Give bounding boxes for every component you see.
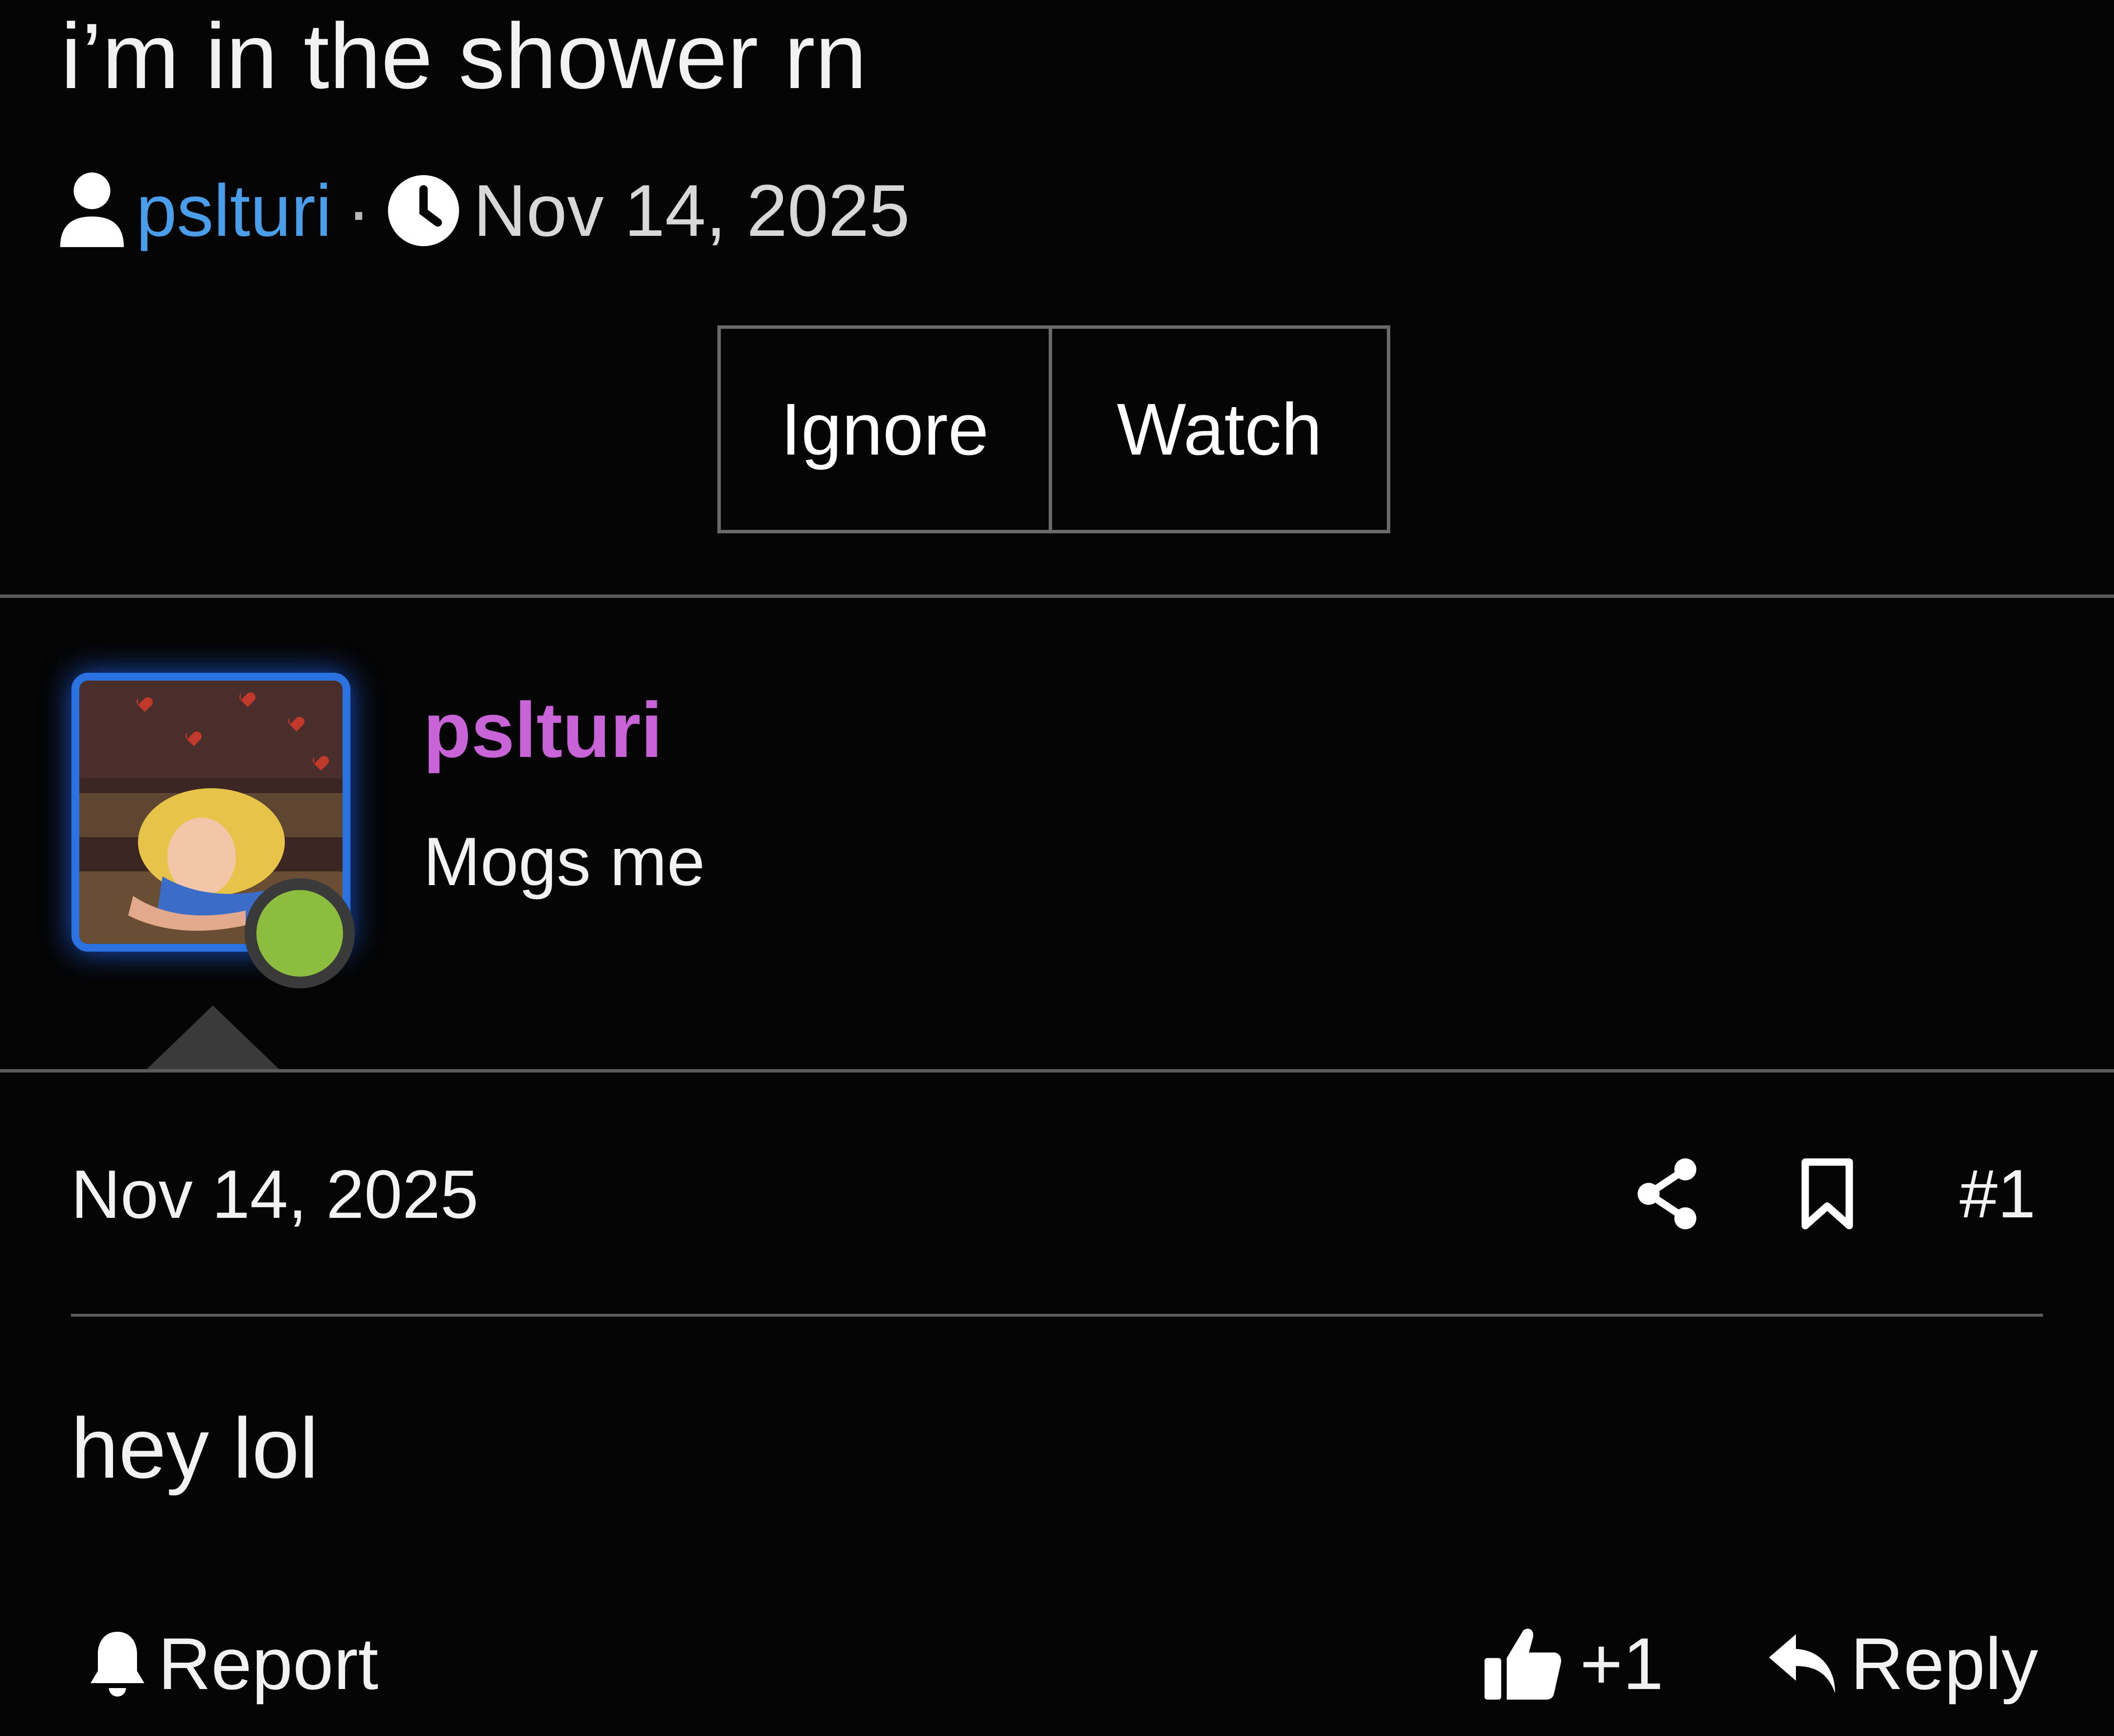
divider [0, 594, 2114, 598]
reply-button[interactable]: Reply [1767, 1622, 2039, 1706]
reply-label: Reply [1850, 1622, 2039, 1705]
post-body: hey lol [71, 1401, 319, 1496]
watch-button[interactable]: Watch [1052, 325, 1390, 533]
user-title: Mogs me [423, 823, 705, 900]
post-date[interactable]: Nov 14, 2025 [71, 1155, 479, 1234]
thread-meta: pslturi · Nov 14, 2025 [58, 164, 910, 257]
post-actions-right: +1 Reply [1482, 1622, 2038, 1706]
thread-title: i’m in the shower rn [61, 4, 867, 108]
thread-author-link[interactable]: pslturi [136, 168, 332, 253]
post-tools: #1 [1636, 1145, 2036, 1243]
ignore-button[interactable]: Ignore [717, 325, 1052, 533]
bell-icon [86, 1627, 149, 1700]
report-button[interactable]: Report [86, 1622, 378, 1706]
user-icon [58, 171, 126, 250]
thumbs-up-icon [1482, 1622, 1565, 1705]
post-footer: Report +1 Reply [86, 1615, 2038, 1713]
reply-icon [1767, 1629, 1840, 1698]
divider [0, 1069, 2114, 1073]
bookmark-icon[interactable] [1798, 1157, 1857, 1231]
share-icon[interactable] [1636, 1157, 1700, 1231]
post-username[interactable]: pslturi [423, 685, 663, 775]
online-status-indicator [245, 878, 355, 988]
thread-button-group: Ignore Watch [717, 325, 1390, 533]
message-pointer [147, 1005, 279, 1069]
clock-icon [386, 173, 461, 249]
thread-date[interactable]: Nov 14, 2025 [473, 168, 910, 253]
report-label: Report [158, 1622, 379, 1705]
divider [71, 1314, 2043, 1317]
like-button[interactable]: +1 [1482, 1622, 1664, 1706]
like-count: +1 [1580, 1622, 1664, 1705]
meta-separator: · [346, 169, 371, 251]
post-number-link[interactable]: #1 [1959, 1154, 2036, 1233]
